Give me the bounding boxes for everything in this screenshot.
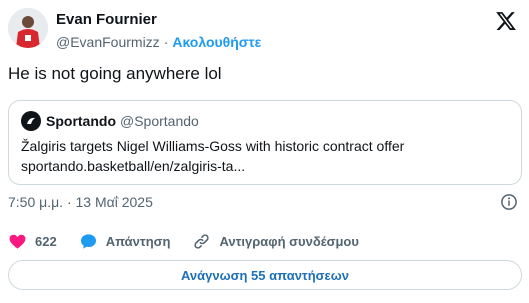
author-name[interactable]: Evan Fournier xyxy=(56,10,261,29)
copy-link-label: Αντιγραφή συνδέσμου xyxy=(219,233,359,249)
info-icon[interactable] xyxy=(500,193,518,211)
author-meta-line: @EvanFourmizz · Ακολουθήστε xyxy=(56,32,261,52)
author-info: Evan Fournier @EvanFourmizz · Ακολουθήστε xyxy=(56,10,261,52)
heart-icon xyxy=(9,234,26,249)
tweet-text: He is not going anywhere lol xyxy=(8,64,222,83)
avatar-image xyxy=(8,8,48,48)
reply-label: Απάντηση xyxy=(105,233,171,249)
reply-button[interactable]: Απάντηση xyxy=(79,232,171,251)
like-count: 622 xyxy=(35,233,57,249)
copy-link-button[interactable]: Αντιγραφή συνδέσμου xyxy=(192,232,359,251)
quoted-author-name: Sportando xyxy=(46,113,116,129)
author-handle[interactable]: @EvanFourmizz xyxy=(56,34,160,50)
quoted-tweet-header: Sportando @Sportando xyxy=(21,111,509,131)
reply-bubble-icon xyxy=(80,233,96,249)
link-icon xyxy=(194,233,210,249)
tweet-timestamp[interactable]: 7:50 μ.μ. · 13 Μαΐ 2025 xyxy=(8,193,153,211)
quoted-text: Žalgiris targets Nigel Williams-Goss wit… xyxy=(21,138,405,154)
read-replies-button[interactable]: Ανάγνωση 55 απαντήσεων xyxy=(8,260,522,290)
quoted-tweet[interactable]: Sportando @Sportando Žalgiris targets Ni… xyxy=(8,100,522,185)
quoted-tweet-body: Žalgiris targets Nigel Williams-Goss wit… xyxy=(21,136,509,176)
quoted-avatar xyxy=(21,111,41,131)
quoted-link: sportando.basketball/en/zalgiris-ta... xyxy=(21,158,246,174)
author-avatar[interactable] xyxy=(8,8,48,48)
x-logo-icon[interactable] xyxy=(495,10,517,32)
follow-button[interactable]: Ακολουθήστε xyxy=(172,34,261,50)
action-bar: 622 Απάντηση Αντιγραφή συνδέσμου xyxy=(8,231,381,251)
like-button[interactable]: 622 xyxy=(8,232,57,251)
separator-dot: · xyxy=(163,34,169,50)
quoted-author-handle: @Sportando xyxy=(120,113,199,129)
sportando-logo-icon xyxy=(27,117,35,124)
